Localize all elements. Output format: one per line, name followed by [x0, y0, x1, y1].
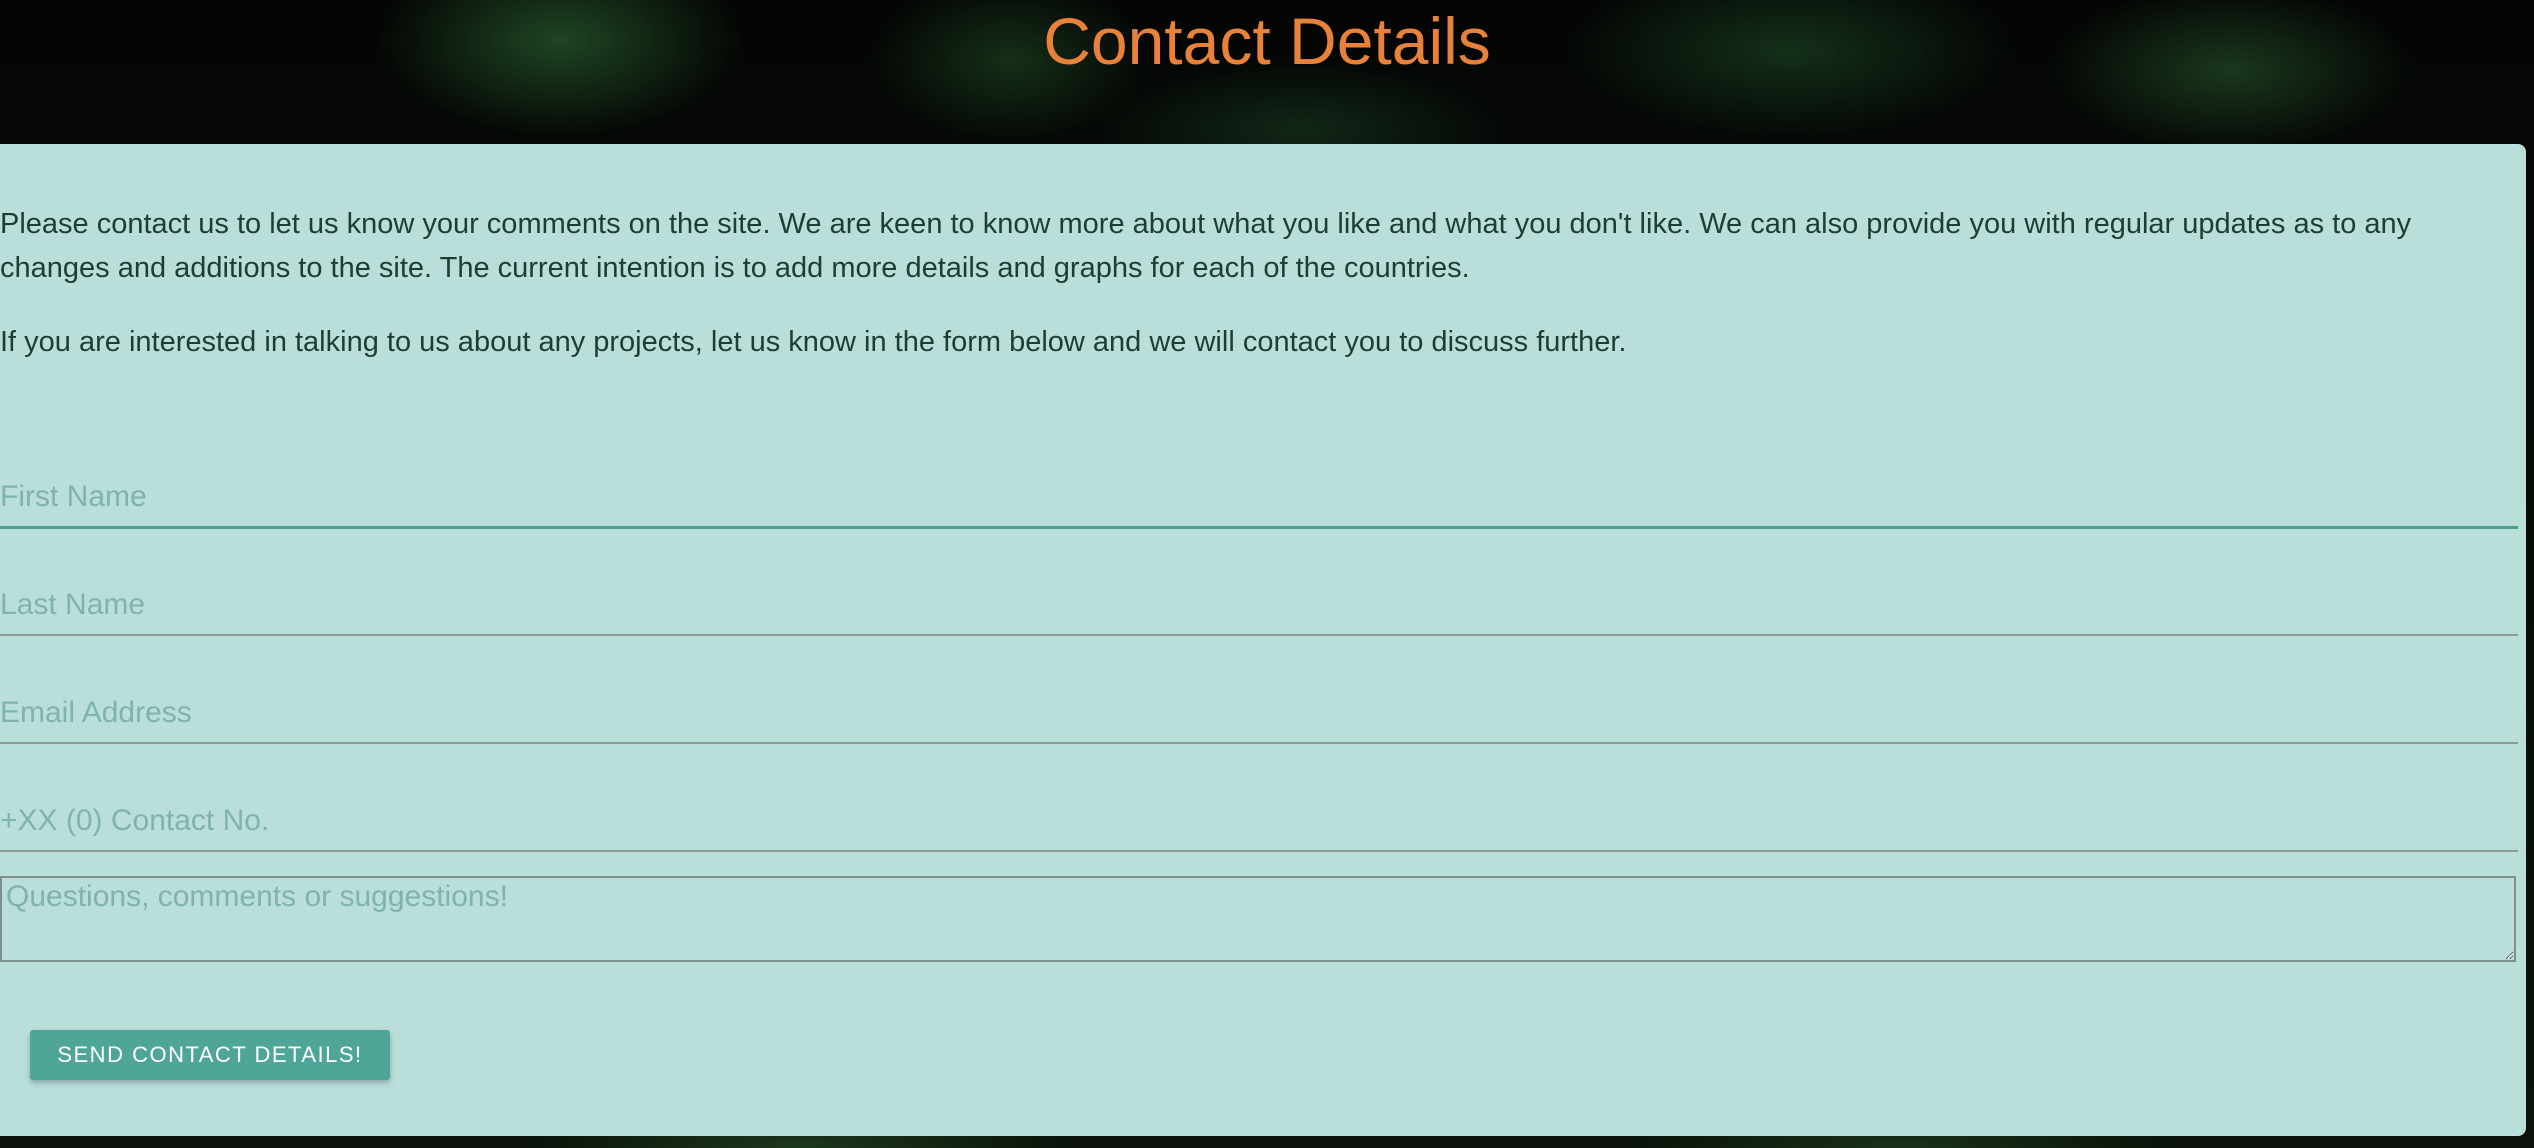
- send-contact-details-button[interactable]: SEND CONTACT DETAILS!: [30, 1030, 390, 1080]
- phone-field[interactable]: [0, 792, 2518, 852]
- intro-text: Please contact us to let us know your co…: [0, 202, 2520, 394]
- intro-paragraph: Please contact us to let us know your co…: [0, 208, 2412, 284]
- message-textarea[interactable]: [0, 876, 2516, 962]
- email-field[interactable]: [0, 684, 2518, 744]
- contact-card: Please contact us to let us know your co…: [0, 144, 2526, 1136]
- intro-paragraph: If you are interested in talking to us a…: [0, 326, 1627, 358]
- last-name-field[interactable]: [0, 576, 2518, 636]
- page-title: Contact Details: [1043, 4, 1491, 78]
- first-name-field[interactable]: [0, 468, 2518, 529]
